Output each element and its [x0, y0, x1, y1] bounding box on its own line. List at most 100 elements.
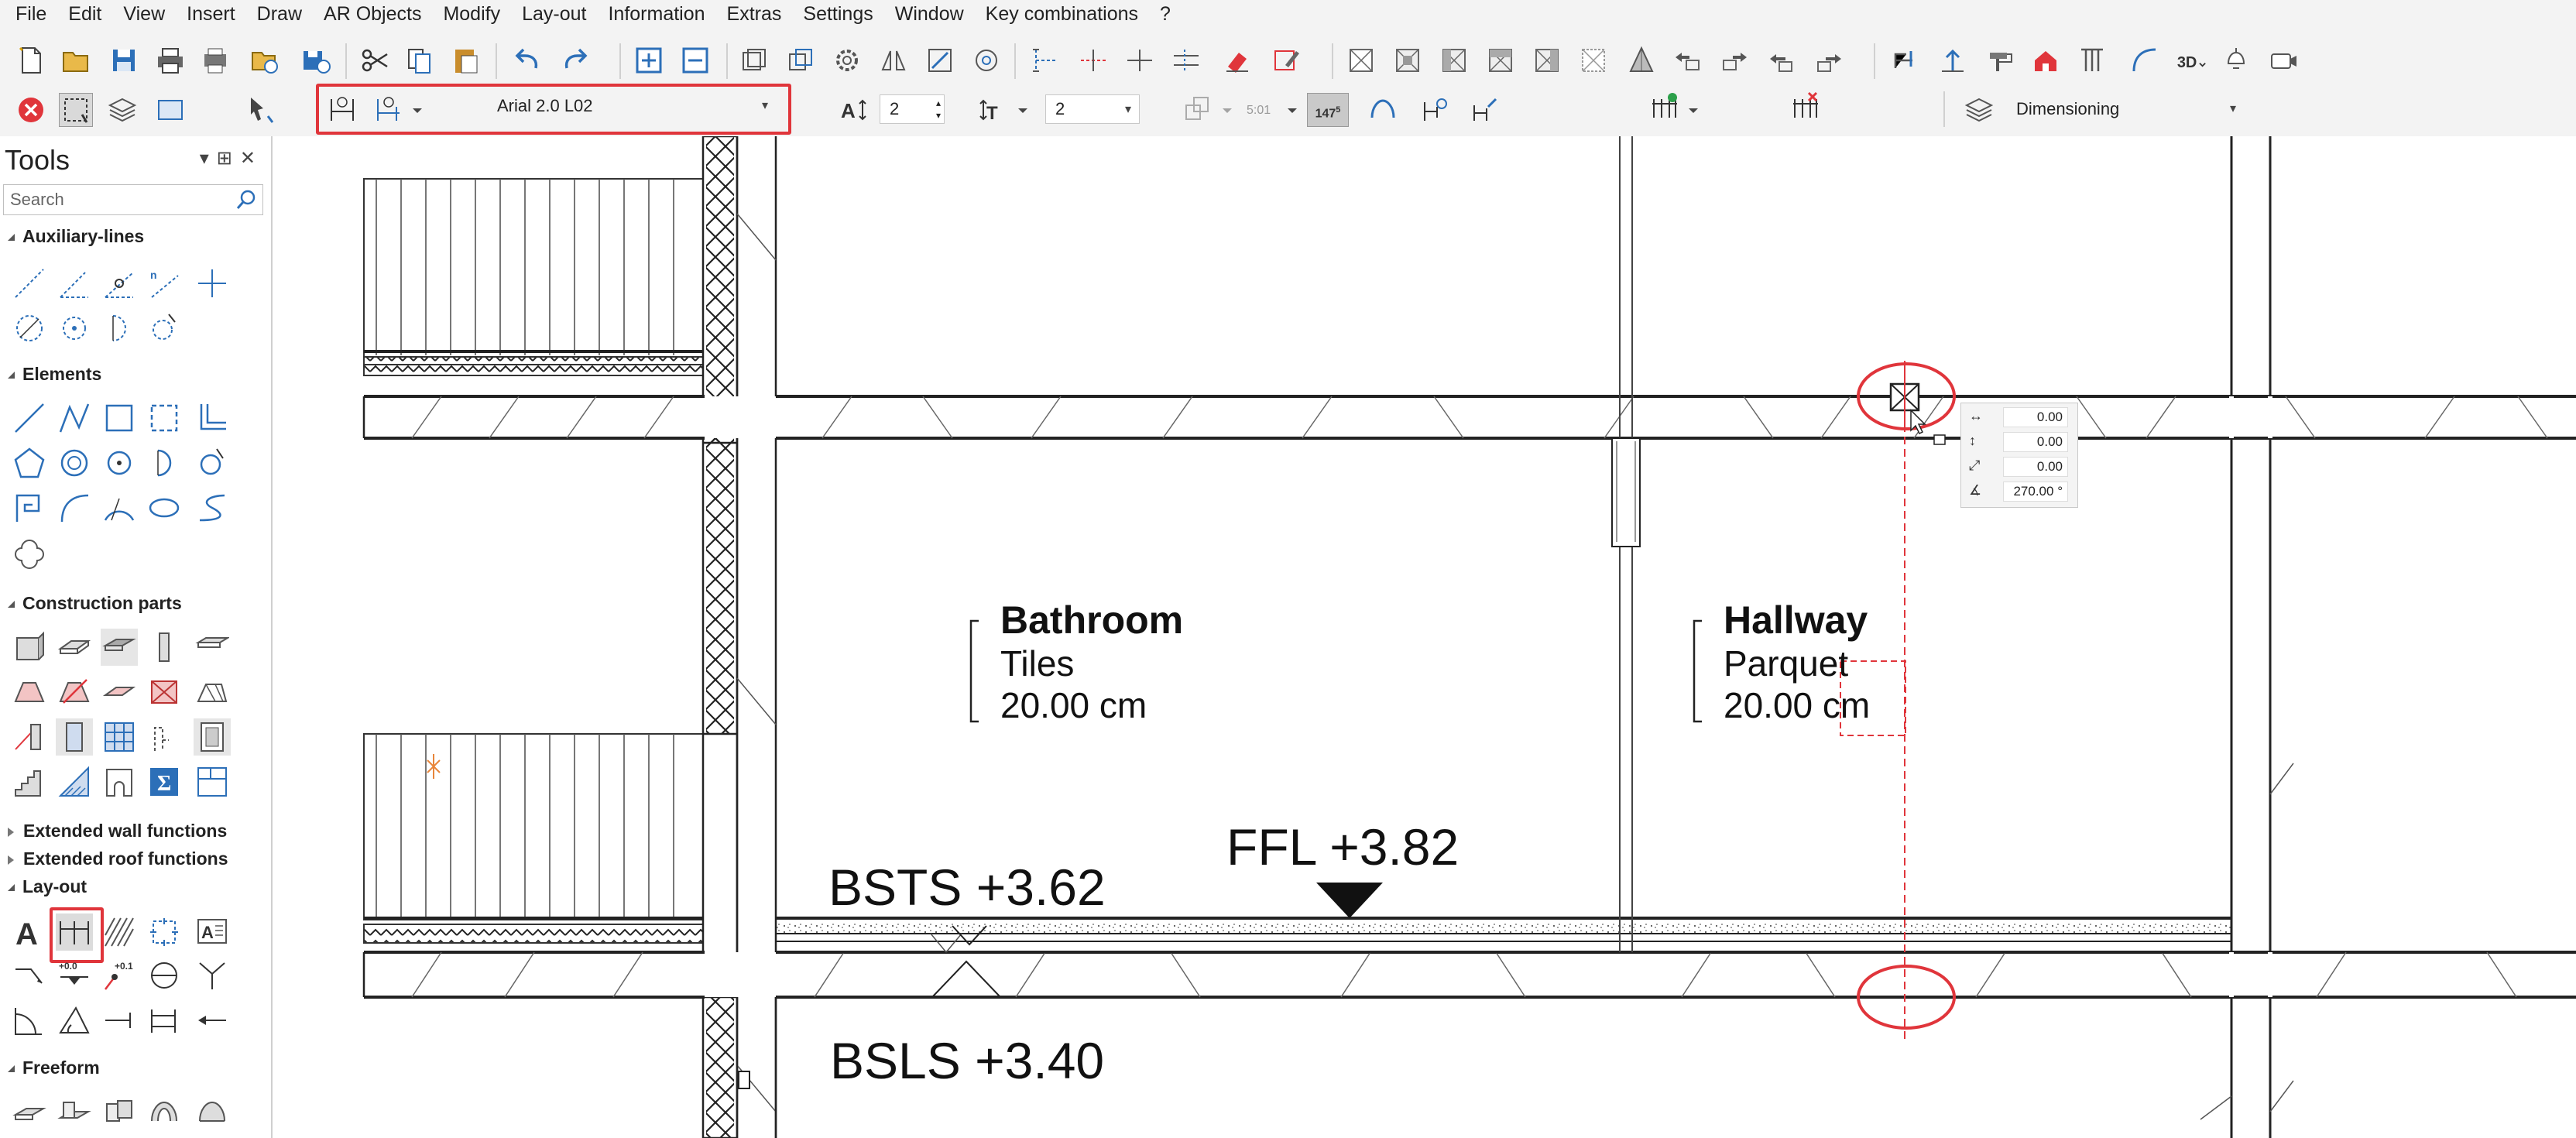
dimension-wand-icon[interactable]	[1468, 93, 1502, 127]
room-calc-tool-icon[interactable]: Σ	[146, 763, 183, 800]
open-folder-icon[interactable]	[59, 43, 93, 77]
menu-draw[interactable]: Draw	[248, 3, 311, 26]
north-arrow-tool-icon[interactable]	[194, 957, 231, 994]
menu-edit[interactable]: Edit	[59, 3, 111, 26]
leader-tool-icon[interactable]	[11, 957, 48, 994]
frame-icon[interactable]	[153, 93, 187, 127]
batch-print-icon[interactable]	[248, 43, 282, 77]
polyline-tool-icon[interactable]	[56, 399, 93, 437]
aux-bisector-icon[interactable]	[101, 265, 138, 302]
detail-tool-icon[interactable]	[146, 913, 183, 951]
anchor-icon[interactable]	[1182, 93, 1216, 127]
arc-dimension-tool-icon[interactable]	[11, 1002, 48, 1039]
remove-dimension-point-icon[interactable]	[1789, 88, 1823, 122]
arc-tool-icon[interactable]	[146, 444, 183, 482]
aux-angle-line-icon[interactable]	[56, 265, 93, 302]
perspective-icon[interactable]	[1624, 43, 1658, 77]
view-rotate-right-icon[interactable]	[1812, 43, 1846, 77]
select-marquee-icon[interactable]	[59, 93, 93, 127]
coord-length-field[interactable]: 0.00	[2003, 457, 2068, 477]
view-rotate-left-icon[interactable]	[1765, 43, 1799, 77]
level-point-tool-icon[interactable]: +0.1	[101, 957, 138, 994]
menu-view[interactable]: View	[114, 3, 174, 26]
slab-tool-icon[interactable]	[56, 629, 93, 666]
beam-tool-icon[interactable]	[194, 629, 231, 666]
zoom-in-icon[interactable]	[632, 43, 666, 77]
view-plan-icon[interactable]	[1344, 43, 1378, 77]
chevron-down-icon[interactable]	[1284, 93, 1301, 127]
grid-tool-icon[interactable]	[101, 718, 138, 756]
room-tool-icon[interactable]	[101, 763, 138, 800]
cloud-tool-icon[interactable]	[11, 534, 48, 571]
single-dimension-tool-icon[interactable]	[101, 1002, 138, 1039]
opening-tool-icon[interactable]	[101, 629, 138, 666]
aux-circle-center-icon[interactable]	[56, 310, 93, 347]
line-tool-icon[interactable]	[11, 399, 48, 437]
menu-insert[interactable]: Insert	[177, 3, 245, 26]
menu-key-combinations[interactable]: Key combinations	[976, 3, 1147, 26]
line-spacing-select[interactable]: 2 ▾	[1045, 94, 1140, 124]
panel-menu-icon[interactable]: ▾	[200, 148, 217, 169]
level-label-bsls[interactable]: BSLS +3.40	[830, 1031, 1104, 1090]
section-symbol-tool-icon[interactable]	[146, 957, 183, 994]
copy-icon[interactable]	[403, 43, 437, 77]
aux-line-icon[interactable]	[11, 265, 48, 302]
tangent-arc-tool-icon[interactable]	[194, 444, 231, 482]
view-right-icon[interactable]	[1530, 43, 1564, 77]
ramp-tool-icon[interactable]	[56, 763, 93, 800]
hatch-tool-icon[interactable]	[101, 913, 138, 951]
stretch-icon[interactable]	[923, 43, 957, 77]
aux-cross-icon[interactable]	[194, 265, 231, 302]
aux-divide-icon[interactable]: n	[146, 265, 183, 302]
section-construction-parts[interactable]: Construction parts	[8, 593, 182, 614]
level-label-bsts[interactable]: BSTS +3.62	[828, 858, 1106, 917]
level-marker-tool-icon[interactable]: +0.0	[56, 957, 93, 994]
dimension-refresh-icon[interactable]	[1417, 93, 1451, 127]
zoom-out-icon[interactable]	[678, 43, 712, 77]
view-back-icon[interactable]	[1437, 43, 1471, 77]
cut-icon[interactable]	[358, 43, 392, 77]
chevron-down-icon[interactable]	[409, 93, 426, 127]
menu-layout[interactable]: Lay-out	[513, 3, 595, 26]
window-tool-icon[interactable]	[146, 718, 183, 756]
freeform-extrude-icon[interactable]	[11, 1093, 48, 1130]
dimension-tool-icon[interactable]	[56, 913, 93, 951]
section-elements[interactable]: Elements	[8, 364, 101, 385]
extend-icon[interactable]	[1076, 43, 1110, 77]
save-icon[interactable]	[107, 43, 141, 77]
curve-tool-icon[interactable]	[56, 489, 93, 526]
cancel-icon[interactable]	[14, 93, 48, 127]
roof-window-tool-icon[interactable]	[56, 674, 93, 711]
tools-search-input[interactable]: Search	[3, 184, 263, 215]
offset-icon[interactable]	[1169, 43, 1203, 77]
circle-tool-icon[interactable]	[56, 444, 93, 482]
coord-dy-field[interactable]: 0.00	[2003, 432, 2068, 452]
section-icon[interactable]	[1889, 43, 1923, 77]
view-front-icon[interactable]	[1391, 43, 1425, 77]
building-icon[interactable]	[2029, 43, 2063, 77]
dimension-line-icon[interactable]	[372, 91, 406, 125]
arrow-tool-icon[interactable]	[194, 1002, 231, 1039]
ungroup-icon[interactable]	[784, 43, 818, 77]
ellipse-tool-icon[interactable]	[146, 489, 183, 526]
chevron-down-icon[interactable]	[1219, 93, 1236, 127]
text-frame-tool-icon[interactable]: A	[194, 913, 231, 951]
trim-icon[interactable]	[1028, 43, 1062, 77]
menu-ar-objects[interactable]: AR Objects	[314, 3, 430, 26]
modify-pen-icon[interactable]	[1270, 43, 1304, 77]
search-icon[interactable]	[235, 188, 258, 216]
freeform-loft-icon[interactable]	[101, 1093, 138, 1130]
save-all-icon[interactable]	[299, 43, 333, 77]
elevation-icon[interactable]	[1936, 43, 1970, 77]
menu-settings[interactable]: Settings	[794, 3, 882, 26]
layer-select[interactable]: Dimensioning ▾	[2007, 94, 2244, 124]
undo-icon[interactable]	[511, 43, 545, 77]
3d-view-icon[interactable]: 3D	[2174, 43, 2208, 77]
camera-icon[interactable]	[2267, 43, 2301, 77]
angle-dimension-tool-icon[interactable]	[56, 1002, 93, 1039]
column-icon[interactable]	[2075, 43, 2109, 77]
rectangle-points-tool-icon[interactable]	[146, 399, 183, 437]
next-view-icon[interactable]	[1717, 43, 1751, 77]
add-dimension-point-icon[interactable]	[1648, 88, 1682, 122]
stair-rail-tool-icon[interactable]	[11, 718, 48, 756]
